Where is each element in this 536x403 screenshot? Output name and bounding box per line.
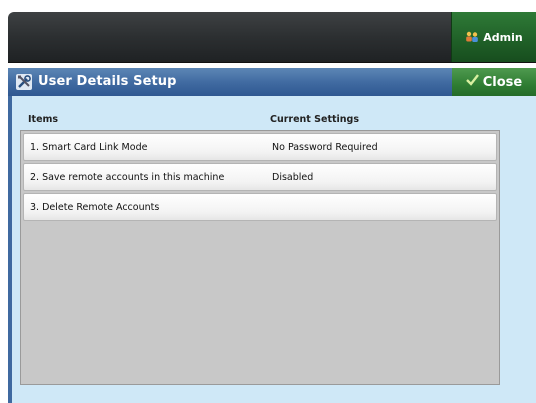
close-label: Close <box>482 74 523 90</box>
dialog-title-bar: User Details Setup Close <box>8 68 536 96</box>
item-label: 1. Smart Card Link Mode <box>30 142 148 153</box>
dialog-title: User Details Setup <box>38 74 177 89</box>
list-item-smart-card-link-mode[interactable]: 1. Smart Card Link Mode No Password Requ… <box>23 133 497 161</box>
users-icon <box>465 31 479 43</box>
item-current-setting: No Password Required <box>272 142 378 153</box>
dialog-left-border <box>8 96 12 403</box>
column-header-items: Items <box>28 114 59 125</box>
close-button[interactable]: Close <box>452 68 536 96</box>
top-status-bar: Admin <box>8 12 536 63</box>
settings-list: 1. Smart Card Link Mode No Password Requ… <box>20 130 500 385</box>
item-current-setting: Disabled <box>272 172 314 183</box>
item-label: 3. Delete Remote Accounts <box>30 202 160 213</box>
checkmark-icon <box>465 74 479 90</box>
table-header: Items Current Settings <box>28 114 508 128</box>
list-item-delete-remote-accounts[interactable]: 3. Delete Remote Accounts <box>23 193 497 221</box>
tools-icon <box>16 74 32 90</box>
list-item-save-remote-accounts[interactable]: 2. Save remote accounts in this machine … <box>23 163 497 191</box>
item-label: 2. Save remote accounts in this machine <box>30 172 225 183</box>
column-header-current-settings: Current Settings <box>270 114 360 125</box>
admin-label: Admin <box>483 30 523 44</box>
admin-button[interactable]: Admin <box>451 12 536 62</box>
user-details-dialog: User Details Setup Close Items Current S… <box>8 68 536 403</box>
